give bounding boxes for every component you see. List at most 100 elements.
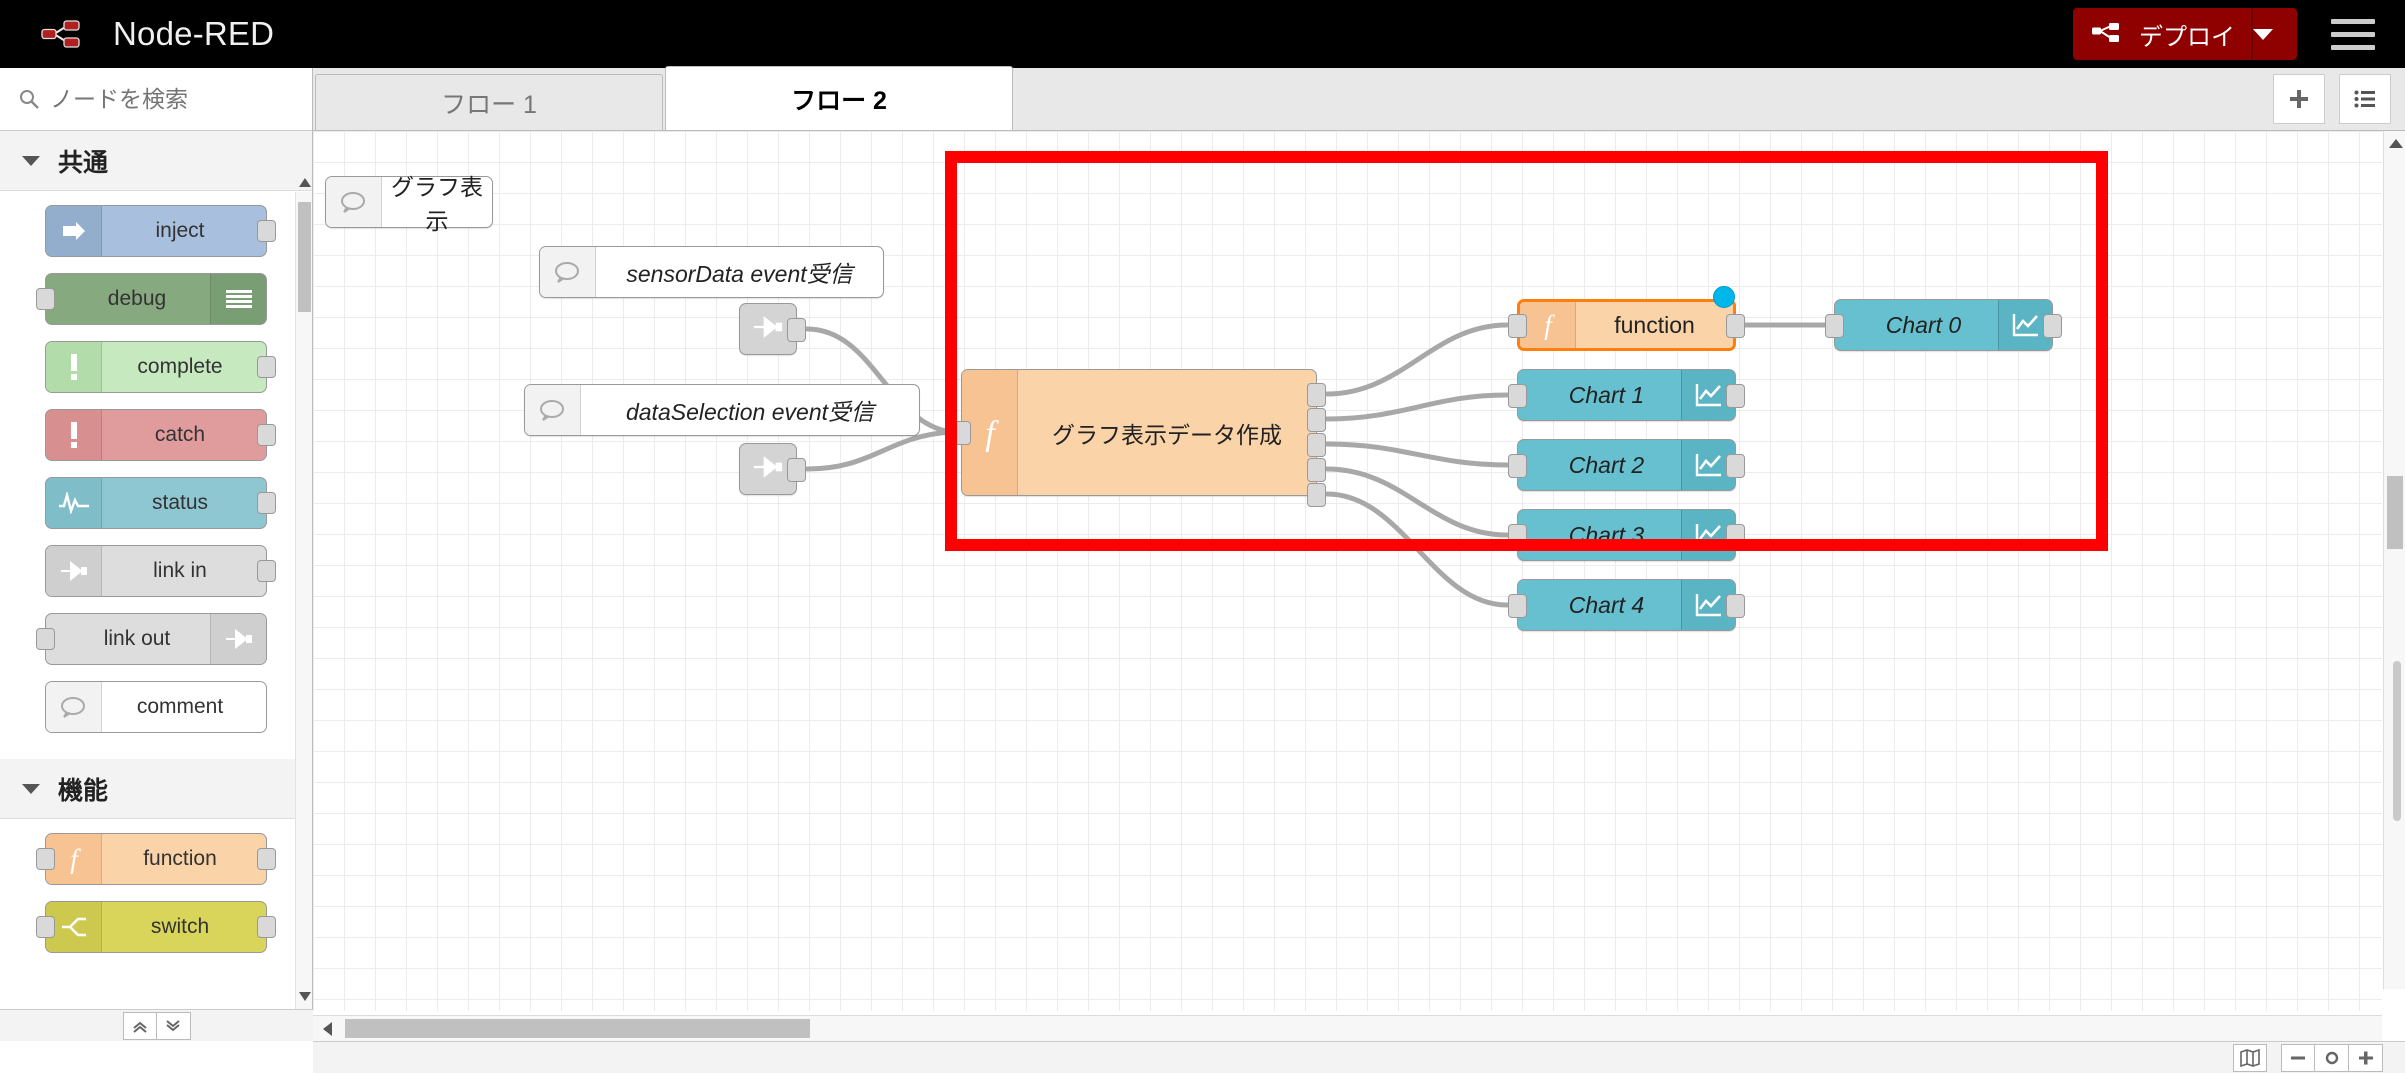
node-output-port[interactable] <box>257 220 276 242</box>
chevron-down-icon[interactable] <box>2253 28 2273 40</box>
node-label: Chart 0 <box>1885 311 1962 338</box>
flow-canvas[interactable]: グラフ表示 sensorData event受信 dataSelection e… <box>313 131 2382 1011</box>
canvas-node-chart-1[interactable]: Chart 1 <box>1508 369 1745 421</box>
node-output-port[interactable] <box>257 356 276 378</box>
canvas-node-function-selected[interactable]: f function <box>1508 286 1745 351</box>
canvas-node-chart-4[interactable]: Chart 4 <box>1508 579 1745 631</box>
canvas-node-comment-graph[interactable]: グラフ表示 <box>325 174 493 234</box>
canvas-node-graph-data-function[interactable]: f グラフ表示データ作成 <box>952 369 1326 507</box>
node-input-port[interactable] <box>1508 384 1527 408</box>
exclamation-icon <box>46 410 102 460</box>
flow-list-button[interactable] <box>2339 74 2391 124</box>
scroll-down-arrow-icon[interactable] <box>299 992 311 1001</box>
horizontal-scrollbar-thumb[interactable] <box>345 1019 810 1038</box>
palette-category-common[interactable]: 共通 <box>0 131 312 191</box>
palette-node-inject[interactable]: inject <box>45 205 276 257</box>
canvas-node-link-in-1[interactable] <box>739 303 806 355</box>
link-in-icon <box>751 314 785 345</box>
node-output-port[interactable] <box>1726 454 1745 478</box>
palette-category-common-body: inject debug complete catch status link … <box>0 191 312 759</box>
node-output-port[interactable] <box>1726 594 1745 618</box>
node-output-port[interactable] <box>257 424 276 446</box>
node-input-port[interactable] <box>36 628 55 650</box>
node-red-logo-icon <box>41 20 80 48</box>
palette-category-function-body: f function switch <box>0 819 312 979</box>
palette-node-function[interactable]: f function <box>36 833 276 885</box>
palette-scrollbar-thumb[interactable] <box>298 202 311 312</box>
editor-footer <box>313 1041 2405 1073</box>
node-label: Chart 1 <box>1568 381 1645 408</box>
node-status-dot <box>1713 286 1735 308</box>
comment-bubble-icon <box>326 177 382 227</box>
scroll-up-arrow-icon[interactable] <box>299 178 311 187</box>
node-output-port-3[interactable] <box>1307 458 1326 482</box>
node-input-port[interactable] <box>36 848 55 870</box>
tab-flow-2[interactable]: フロー 2 <box>665 66 1013 130</box>
node-output-port[interactable] <box>257 916 276 938</box>
canvas-node-chart-2[interactable]: Chart 2 <box>1508 439 1745 491</box>
node-input-port[interactable] <box>952 421 971 445</box>
node-output-port-1[interactable] <box>1307 408 1326 432</box>
canvas-node-comment-sensordata[interactable]: sensorData event受信 <box>539 246 884 298</box>
node-input-port[interactable] <box>1508 454 1527 478</box>
node-label: グラフ表示 <box>391 174 483 234</box>
node-input-port[interactable] <box>1825 314 1844 338</box>
tab-flow-1[interactable]: フロー 1 <box>315 74 663 130</box>
node-output-port[interactable] <box>1726 524 1745 548</box>
node-input-port[interactable] <box>36 288 55 310</box>
deploy-button[interactable]: デプロイ <box>2073 8 2297 60</box>
canvas-node-chart-3[interactable]: Chart 3 <box>1508 509 1745 561</box>
add-flow-button[interactable] <box>2273 74 2325 124</box>
node-input-port[interactable] <box>1508 524 1527 548</box>
palette-node-switch[interactable]: switch <box>36 901 276 953</box>
chevron-down-icon <box>22 155 40 166</box>
zoom-in-button[interactable] <box>2349 1043 2383 1072</box>
debug-lines-icon <box>210 274 266 324</box>
canvas-node-comment-dataselection[interactable]: dataSelection event受信 <box>524 384 920 436</box>
node-output-port[interactable] <box>257 848 276 870</box>
node-output-port[interactable] <box>1726 384 1745 408</box>
node-output-port[interactable] <box>257 492 276 514</box>
node-input-port[interactable] <box>36 916 55 938</box>
canvas-horizontal-scrollbar[interactable] <box>313 1015 2382 1041</box>
node-input-port[interactable] <box>1508 594 1527 618</box>
search-icon <box>20 90 39 109</box>
palette-node-link-out[interactable]: link out <box>36 613 267 665</box>
palette-node-complete[interactable]: complete <box>45 341 276 393</box>
palette-scrollbar[interactable] <box>295 178 312 1041</box>
wire-out0-to-function <box>1324 322 1510 397</box>
palette-node-label: switch <box>150 915 210 938</box>
navigator-button[interactable] <box>2233 1043 2267 1072</box>
node-output-port[interactable] <box>787 318 806 342</box>
page-scrollbar-thumb[interactable] <box>2393 661 2401 821</box>
canvas-node-chart-0[interactable]: Chart 0 <box>1825 299 2062 351</box>
palette-category-function[interactable]: 機能 <box>0 759 312 819</box>
palette-node-label: complete <box>137 355 223 378</box>
scroll-left-arrow-icon[interactable] <box>323 1022 332 1036</box>
canvas-node-link-in-2[interactable] <box>739 443 806 495</box>
node-output-port[interactable] <box>257 560 276 582</box>
palette-node-label: catch <box>154 423 206 446</box>
search-input[interactable] <box>50 85 290 113</box>
node-output-port[interactable] <box>1726 314 1745 338</box>
node-output-port-4[interactable] <box>1307 483 1326 507</box>
expand-all-button[interactable] <box>156 1011 191 1040</box>
node-output-port[interactable] <box>2043 314 2062 338</box>
node-label: dataSelection event受信 <box>625 399 875 425</box>
palette-node-label: link in <box>153 559 207 582</box>
collapse-all-button[interactable] <box>122 1011 157 1040</box>
node-input-port[interactable] <box>1508 314 1527 338</box>
zoom-out-button[interactable] <box>2281 1043 2315 1072</box>
palette-node-status[interactable]: status <box>45 477 276 529</box>
palette-node-debug[interactable]: debug <box>36 273 267 325</box>
palette-node-comment[interactable]: comment <box>45 681 267 733</box>
node-output-port[interactable] <box>787 458 806 482</box>
zoom-reset-button[interactable] <box>2315 1043 2349 1072</box>
wire-out3-to-chart3 <box>1324 466 1510 538</box>
palette-node-catch[interactable]: catch <box>45 409 276 461</box>
hamburger-menu-icon[interactable] <box>2331 18 2375 50</box>
node-output-port-2[interactable] <box>1307 433 1326 457</box>
page-scrollbar[interactable] <box>2383 131 2405 1011</box>
node-output-port-0[interactable] <box>1307 383 1326 407</box>
palette-node-link-in[interactable]: link in <box>45 545 276 597</box>
